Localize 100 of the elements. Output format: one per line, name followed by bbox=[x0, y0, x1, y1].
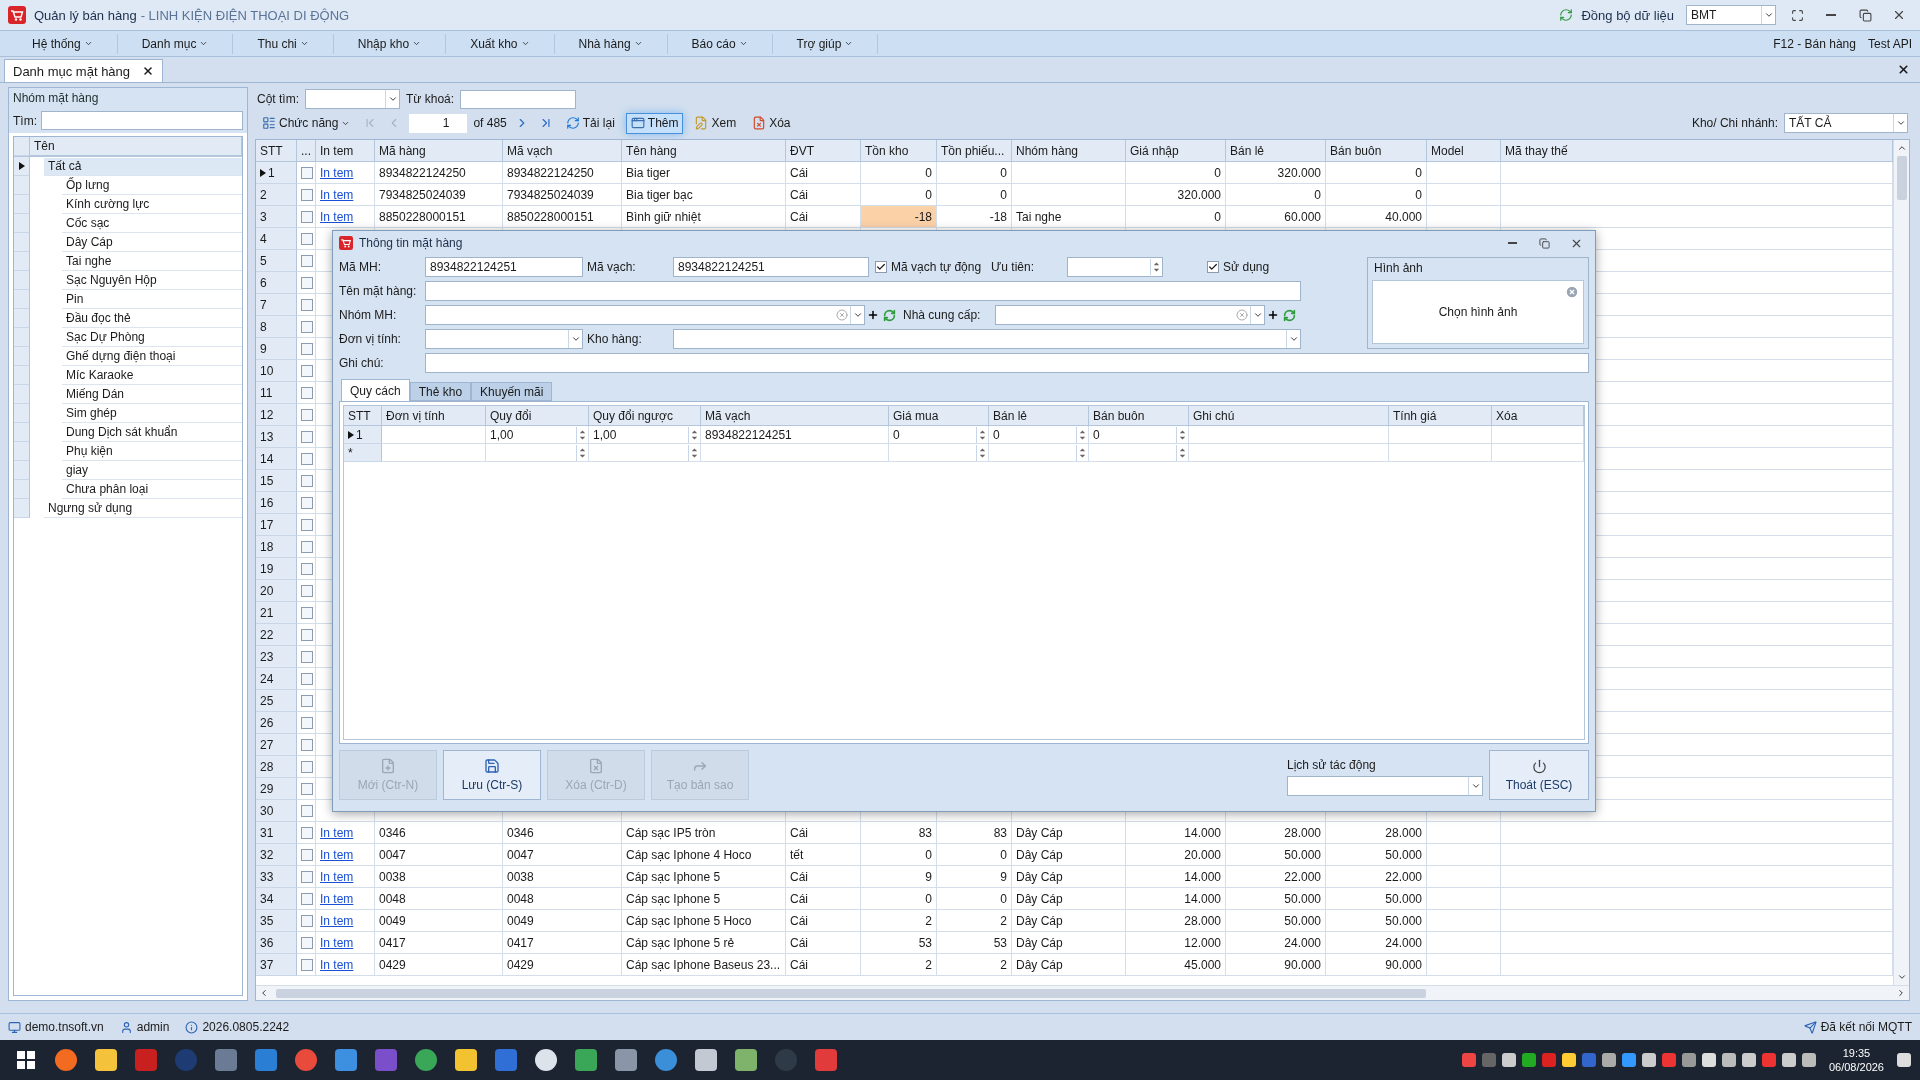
note-field[interactable] bbox=[425, 353, 1589, 373]
row-header[interactable]: 3 bbox=[256, 206, 297, 228]
column-header[interactable]: Giá nhập bbox=[1126, 140, 1226, 162]
tray-icon[interactable] bbox=[1781, 1053, 1796, 1067]
row-checkbox[interactable] bbox=[301, 408, 313, 421]
row-checkbox[interactable] bbox=[301, 518, 313, 531]
tree-item[interactable]: Miếng Dán bbox=[62, 385, 242, 404]
clock-time[interactable]: 19:35 bbox=[1842, 1046, 1871, 1060]
row-checkbox[interactable] bbox=[301, 782, 313, 795]
row-checkbox[interactable] bbox=[301, 430, 313, 443]
row-header[interactable]: 23 bbox=[256, 646, 297, 668]
tray-icon[interactable] bbox=[1621, 1053, 1636, 1067]
tree-item[interactable]: Kính cường lực bbox=[62, 195, 242, 214]
column-header[interactable]: Tính giá bbox=[1389, 406, 1492, 426]
menu-item[interactable]: Hệ thống bbox=[8, 33, 118, 54]
row-header[interactable]: 12 bbox=[256, 404, 297, 426]
column-header[interactable]: Mã thay thế bbox=[1501, 140, 1893, 162]
row-header[interactable]: 2 bbox=[256, 184, 297, 206]
row-header[interactable]: 26 bbox=[256, 712, 297, 734]
column-header[interactable]: Mã vạch bbox=[701, 406, 889, 426]
print-label-link[interactable]: In tem bbox=[320, 187, 354, 202]
column-header[interactable]: Tồn phiếu... bbox=[937, 140, 1012, 162]
functions-button[interactable]: Chức năng bbox=[257, 112, 356, 134]
column-header[interactable]: Mã vạch bbox=[503, 140, 622, 162]
spinner-icon[interactable] bbox=[576, 426, 588, 443]
page-field[interactable]: 1 bbox=[409, 113, 468, 133]
spinner-icon[interactable] bbox=[688, 444, 700, 461]
row-header[interactable]: 30 bbox=[256, 800, 297, 822]
tree-item[interactable]: Đầu đọc thẻ bbox=[62, 309, 242, 328]
row-checkbox[interactable] bbox=[301, 496, 313, 509]
column-header[interactable]: Bán buôn bbox=[1089, 406, 1189, 426]
toolbar-button[interactable]: Tải lại bbox=[560, 112, 620, 134]
row-checkbox[interactable] bbox=[301, 606, 313, 619]
row-checkbox[interactable] bbox=[301, 826, 313, 839]
menu-item[interactable]: Trợ giúp bbox=[772, 33, 879, 54]
column-header[interactable]: Xóa bbox=[1492, 406, 1584, 426]
print-label-link[interactable]: In tem bbox=[320, 891, 354, 906]
row-checkbox[interactable] bbox=[301, 804, 313, 817]
taskbar-app-icon[interactable] bbox=[55, 1049, 77, 1071]
row-header[interactable]: 33 bbox=[256, 866, 297, 888]
checkbox[interactable] bbox=[875, 261, 887, 273]
row-checkbox[interactable] bbox=[301, 254, 313, 267]
column-header[interactable]: Nhóm hàng bbox=[1012, 140, 1126, 162]
print-label-link[interactable]: In tem bbox=[320, 825, 354, 840]
row-checkbox[interactable] bbox=[301, 628, 313, 641]
print-label-link[interactable]: In tem bbox=[320, 957, 354, 972]
column-header[interactable]: ĐVT bbox=[786, 140, 861, 162]
keyword-field[interactable] bbox=[460, 89, 577, 109]
search-field[interactable] bbox=[41, 111, 243, 130]
row-checkbox[interactable] bbox=[301, 342, 313, 355]
row-header[interactable]: 8 bbox=[256, 316, 297, 338]
row-header[interactable]: 4 bbox=[256, 228, 297, 250]
row-checkbox[interactable] bbox=[301, 562, 313, 575]
print-label-link[interactable]: In tem bbox=[320, 869, 354, 884]
tree-item[interactable]: Sạc Dự Phòng bbox=[62, 328, 242, 347]
spinner-icon[interactable] bbox=[1176, 426, 1188, 443]
row-header[interactable]: 19 bbox=[256, 558, 297, 580]
column-header[interactable]: Bán lẻ bbox=[989, 406, 1089, 426]
tray-icon[interactable] bbox=[1801, 1053, 1816, 1067]
row-checkbox[interactable] bbox=[301, 936, 313, 949]
taskbar-app-icon[interactable] bbox=[415, 1049, 437, 1071]
row-header[interactable]: 21 bbox=[256, 602, 297, 624]
menu-item[interactable]: Xuất kho bbox=[446, 33, 555, 54]
tree-item[interactable]: Tất cả bbox=[44, 157, 242, 176]
row-checkbox[interactable] bbox=[301, 386, 313, 399]
column-header[interactable]: STT bbox=[344, 406, 382, 426]
toolbar-button[interactable]: Thêm bbox=[625, 112, 684, 134]
tree-item[interactable]: Dung Dịch sát khuẩn bbox=[62, 423, 242, 442]
menu-item[interactable]: Danh mục bbox=[117, 33, 234, 54]
row-checkbox[interactable] bbox=[301, 760, 313, 773]
menu-link[interactable]: F12 - Bán hàng bbox=[1773, 36, 1856, 51]
column-header[interactable]: ... bbox=[297, 140, 316, 162]
row-checkbox[interactable] bbox=[301, 210, 313, 223]
tray-icon[interactable] bbox=[1561, 1053, 1576, 1067]
notification-icon[interactable] bbox=[1897, 1053, 1911, 1067]
tray-icon[interactable] bbox=[1601, 1053, 1616, 1067]
vertical-scrollbar[interactable] bbox=[1893, 140, 1909, 985]
tree-item[interactable]: Ốp lưng bbox=[62, 176, 242, 195]
tree-item[interactable]: Cốc sạc bbox=[62, 214, 242, 233]
row-checkbox[interactable] bbox=[301, 716, 313, 729]
tree-item[interactable]: Tai nghe bbox=[62, 252, 242, 271]
priority-field[interactable] bbox=[1067, 257, 1164, 277]
branch-select[interactable]: BMT bbox=[1686, 5, 1776, 25]
row-header[interactable]: 15 bbox=[256, 470, 297, 492]
column-header[interactable]: Bán lẻ bbox=[1226, 140, 1326, 162]
spinner-icon[interactable] bbox=[1076, 426, 1088, 443]
row-header[interactable]: 18 bbox=[256, 536, 297, 558]
item-name-field[interactable] bbox=[425, 281, 1301, 301]
row-header[interactable]: 24 bbox=[256, 668, 297, 690]
tree-item[interactable]: Pin bbox=[62, 290, 242, 309]
row-header[interactable]: 9 bbox=[256, 338, 297, 360]
horizontal-scrollbar[interactable] bbox=[256, 985, 1909, 1000]
clear-icon[interactable] bbox=[1565, 285, 1579, 299]
row-checkbox[interactable] bbox=[301, 276, 313, 289]
close-icon[interactable] bbox=[142, 65, 155, 77]
tree-item[interactable]: giay bbox=[62, 461, 242, 480]
print-label-link[interactable]: In tem bbox=[320, 847, 354, 862]
spinner-icon[interactable] bbox=[976, 426, 988, 443]
row-checkbox[interactable] bbox=[301, 738, 313, 751]
row-checkbox[interactable] bbox=[301, 232, 313, 245]
